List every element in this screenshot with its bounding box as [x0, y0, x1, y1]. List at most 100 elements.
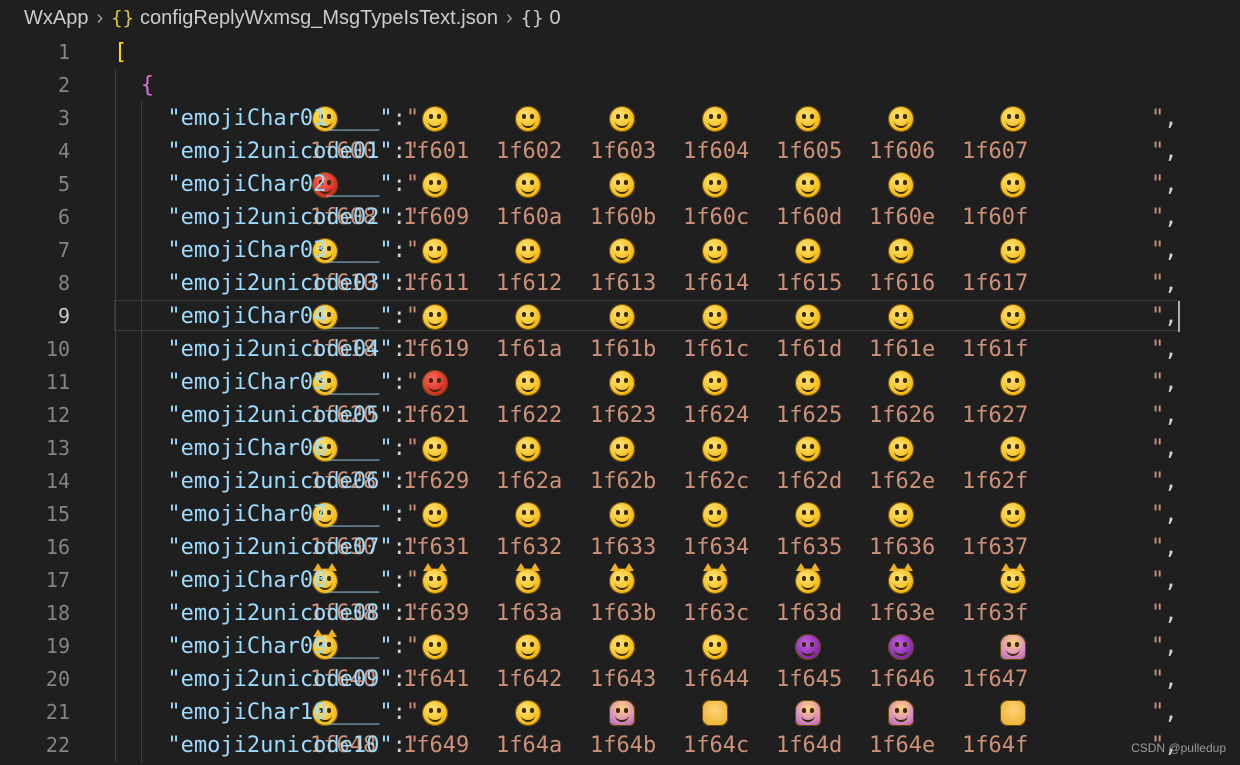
- emoji-eye: [717, 641, 721, 647]
- emoji-mouth: [1006, 318, 1020, 326]
- emoji-mouth: [894, 516, 908, 524]
- string-close-comma: ",: [1151, 370, 1178, 395]
- code-line[interactable]: 4 1f600 1f601 1f602 1f603 1f604 1f605 1f606 1f60…: [0, 135, 1240, 168]
- emoji-mouth: [1006, 252, 1020, 260]
- emoji-face-icon: [888, 369, 914, 396]
- emoji-eye: [522, 245, 526, 251]
- code-line[interactable]: 15 ", "emojiChar07____":": [0, 498, 1240, 531]
- code-line[interactable]: 18 1f638 1f639 1f63a 1f63b 1f63c 1f63d 1f63e 1f6…: [0, 597, 1240, 630]
- emoji-eye: [624, 311, 628, 317]
- emoji-eye: [1007, 641, 1011, 647]
- emoji-eye: [895, 641, 899, 647]
- emoji-face-icon: [422, 633, 448, 660]
- emoji-eye: [709, 113, 713, 119]
- string-close-comma: ",: [1151, 238, 1178, 263]
- code-line[interactable]: 22 1f648 1f649 1f64a 1f64b 1f64c 1f64d 1f64e 1f6…: [0, 729, 1240, 762]
- code-line[interactable]: 8 1f610 1f611 1f612 1f613 1f614 1f615 1f616 1f61…: [0, 267, 1240, 300]
- breadcrumb-node[interactable]: 0: [550, 7, 561, 30]
- line-number: 4: [57, 139, 70, 163]
- emoji-eye: [530, 377, 534, 383]
- emoji-eye: [709, 311, 713, 317]
- emoji-eye: [1007, 245, 1011, 251]
- code-line[interactable]: 5 ", "emojiChar02____":": [0, 168, 1240, 201]
- key-colon: :: [392, 469, 406, 494]
- key-colon: :: [392, 667, 406, 692]
- emoji-eye: [903, 575, 907, 581]
- emoji-mouth: [708, 516, 722, 524]
- emoji-face-icon: [422, 562, 448, 594]
- code-line[interactable]: 2{: [0, 69, 1240, 102]
- emoji-face-icon: [1000, 105, 1026, 132]
- string-open-quote: ": [405, 733, 420, 758]
- code-line[interactable]: 16 1f630 1f631 1f632 1f633 1f634 1f635 1f636 1f6…: [0, 531, 1240, 564]
- emoji-cell: [869, 562, 933, 597]
- json-key: "emoji2unicode02": [167, 205, 393, 230]
- emoji-mouth: [615, 648, 629, 656]
- code-line[interactable]: 3 ", "emojiChar01____":": [0, 102, 1240, 135]
- key-colon: :: [392, 436, 406, 461]
- code-line[interactable]: 1[: [0, 36, 1240, 69]
- emoji-cell: [590, 168, 654, 201]
- unicode-code: 1f62d: [776, 469, 843, 494]
- code-line[interactable]: 21 ", "emojiChar10____":": [0, 696, 1240, 729]
- code-line[interactable]: 7 ", "emojiChar03____":": [0, 234, 1240, 267]
- unicode-code: 1f60d: [776, 205, 843, 230]
- code-line[interactable]: 14 1f628 1f629 1f62a 1f62b 1f62c 1f62d 1f62e 1f6…: [0, 465, 1240, 498]
- code-line[interactable]: 9 ", "emojiChar04____":": [0, 300, 1240, 333]
- unicode-code: 1f60e: [869, 205, 936, 230]
- emoji-mouth: [521, 450, 535, 458]
- emoji-face-icon: [795, 562, 821, 594]
- emoji-eye: [522, 377, 526, 383]
- key-colon: :: [392, 172, 406, 197]
- json-key: "emoji2unicode05": [167, 403, 393, 428]
- string-open-quote: ": [405, 700, 420, 725]
- json-key: "emojiChar01____": [167, 106, 393, 131]
- emoji-eye: [437, 179, 441, 185]
- emoji-mouth: [521, 714, 535, 722]
- code-line[interactable]: 11 ", "emojiChar05____":": [0, 366, 1240, 399]
- emoji-eye: [717, 377, 721, 383]
- unicode-code: 1f63d: [776, 601, 843, 626]
- emoji-face-icon: [515, 369, 541, 396]
- unicode-code: 1f64d: [776, 733, 843, 758]
- unicode-code: 1f61f: [962, 337, 1029, 362]
- string-open-quote: ": [405, 436, 420, 461]
- breadcrumb-root[interactable]: WxApp: [24, 7, 88, 30]
- emoji-face-icon: [1000, 633, 1026, 660]
- emoji-eye: [717, 113, 721, 119]
- unicode-code: 1f604: [683, 139, 750, 164]
- emoji-face-icon: [888, 237, 914, 264]
- emoji-cell: [590, 102, 654, 135]
- code-line[interactable]: 20 1f640 1f641 1f642 1f643 1f644 1f645 1f646 1f6…: [0, 663, 1240, 696]
- emoji-mouth: [894, 186, 908, 194]
- emoji-face-icon: [609, 435, 635, 462]
- unicode-code: 1f61b: [590, 337, 657, 362]
- json-key: "emoji2unicode10": [167, 733, 393, 758]
- emoji-face-icon: [702, 171, 728, 198]
- emoji-face-icon: [515, 237, 541, 264]
- emoji-cell: [776, 234, 840, 267]
- breadcrumb-file[interactable]: configReplyWxmsg_MsgTypeIsText.json: [140, 7, 498, 30]
- key-colon: :: [392, 403, 406, 428]
- json-key: "emoji2unicode04": [167, 337, 393, 362]
- code-line[interactable]: 17 ", "emojiChar08____":": [0, 562, 1240, 597]
- code-line[interactable]: 10 1f618 1f619 1f61a 1f61b 1f61c 1f61d 1f61e 1f6…: [0, 333, 1240, 366]
- emoji-mouth: [708, 252, 722, 260]
- emoji-mouth: [708, 450, 722, 458]
- code-line[interactable]: 19 ", "emojiChar09____":": [0, 628, 1240, 663]
- emoji-eye: [522, 707, 526, 713]
- emoji-eye: [429, 641, 433, 647]
- code-editor[interactable]: 1[2{3 ", "emojiChar01____":" 4 1f600 1f601 1f6…: [0, 36, 1240, 765]
- emoji-eye: [429, 113, 433, 119]
- emoji-eye: [429, 179, 433, 185]
- code-line[interactable]: 12 1f620 1f621 1f622 1f623 1f624 1f625 1f626 1f6…: [0, 399, 1240, 432]
- emoji-eye: [802, 707, 806, 713]
- code-line[interactable]: 13 ", "emojiChar06____":": [0, 432, 1240, 465]
- emoji-face-icon: [1000, 369, 1026, 396]
- code-line[interactable]: 6 1f608 1f609 1f60a 1f60b 1f60c 1f60d 1f60e 1f60…: [0, 201, 1240, 234]
- emoji-cell: [683, 630, 747, 663]
- line-number: 19: [45, 634, 70, 658]
- emoji-eye: [717, 509, 721, 515]
- emoji-eye: [616, 113, 620, 119]
- unicode-code: 1f637: [962, 535, 1029, 560]
